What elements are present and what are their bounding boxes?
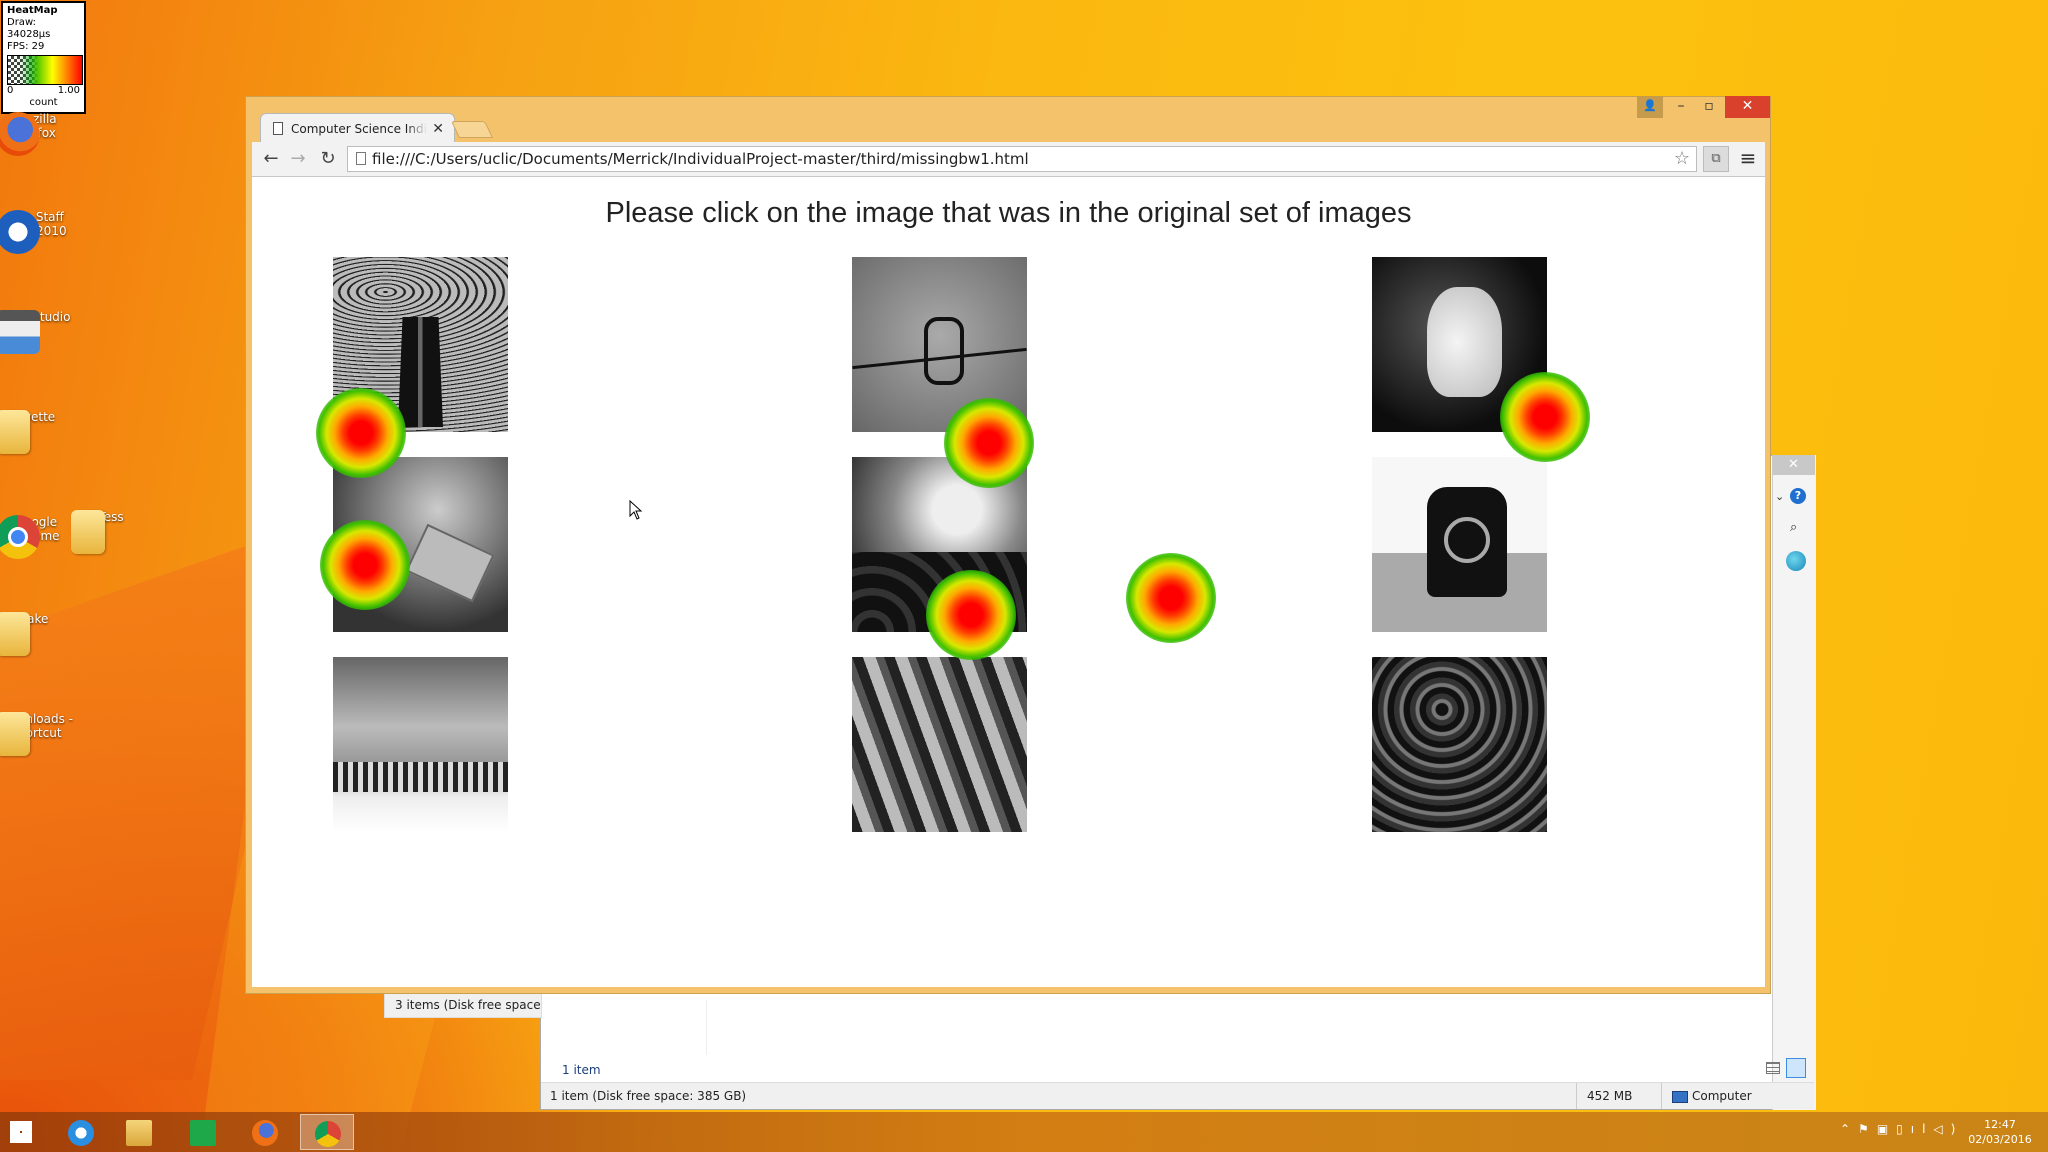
taskbar-file-explorer[interactable]: [112, 1114, 166, 1150]
folder-shortcut-icon: [0, 712, 30, 756]
file-explorer-icon: [126, 1120, 152, 1146]
desktop-icon-jake[interactable]: Jake: [0, 612, 76, 656]
heatmap-scale-max: 1.00: [57, 85, 80, 96]
clock-time: 12:47: [1984, 1118, 2016, 1131]
desktop-icon-downloads[interactable]: Downloads - Shortcut: [0, 712, 76, 756]
image-option-8[interactable]: [852, 657, 1027, 832]
heatmap-scale-min: 0: [7, 85, 14, 96]
status-size: 452 MB: [1576, 1083, 1632, 1109]
heatmap-title: HeatMap: [7, 5, 58, 16]
windows-start-icon[interactable]: [10, 1121, 32, 1143]
heatmap-fps: FPS: 29: [7, 41, 45, 52]
desktop-icon-tess[interactable]: Tess: [71, 510, 151, 554]
store-icon: [190, 1120, 216, 1146]
explorer-status-old: 3 items (Disk free space: 386: [384, 993, 542, 1018]
status-disk-space: 1 item (Disk free space: 385 GB): [550, 1089, 747, 1103]
heatmap-caption: count: [29, 97, 58, 108]
tab-close-icon[interactable]: ✕: [432, 114, 444, 144]
status-location: Computer: [1661, 1083, 1752, 1109]
page-icon: [356, 152, 366, 165]
large-icons-view-icon[interactable]: [1786, 1058, 1806, 1078]
gaze-heatmap-point: [316, 388, 406, 478]
tab-title: Computer Science Individual: [291, 122, 427, 136]
maximize-button[interactable]: ▫: [1696, 96, 1722, 118]
gaze-heatmap-point: [1126, 553, 1216, 643]
chevron-down-icon[interactable]: ⌄: [1775, 490, 1784, 503]
clock[interactable]: 12:47 02/03/2016: [1960, 1117, 2040, 1147]
help-icon[interactable]: ?: [1790, 488, 1806, 504]
window-close-button[interactable]: ✕: [1725, 96, 1770, 118]
desktop-icon-ucl-staff[interactable]: UCL Staff WTS 2010: [0, 210, 76, 254]
explorer-item-count: 1 item: [562, 1063, 601, 1077]
folder-icon: [0, 410, 30, 454]
menu-icon[interactable]: ≡: [1735, 146, 1761, 172]
chrome-icon: [315, 1121, 341, 1147]
tobii-icon: [0, 310, 40, 354]
system-tray-icons[interactable]: ⌃⚑▣▯ıl◁): [1840, 1122, 1963, 1136]
desktop-icon-tobii[interactable]: Tobii Studio: [0, 310, 76, 354]
forward-arrow-icon[interactable]: →: [285, 146, 311, 172]
image-option-7[interactable]: [333, 657, 508, 832]
heatmap-legend: HeatMap Draw: 34028µs FPS: 29 0 1.00 cou…: [1, 1, 86, 114]
back-arrow-icon[interactable]: ←: [258, 146, 284, 172]
search-icon[interactable]: ⌕: [1790, 520, 1797, 535]
internet-explorer-icon: [68, 1120, 94, 1146]
firefox-icon: [252, 1120, 278, 1146]
gaze-heatmap-point: [926, 570, 1016, 660]
clock-date: 02/03/2016: [1968, 1133, 2032, 1146]
folder-icon: [0, 612, 30, 656]
url-text[interactable]: file:///C:/Users/uclic/Documents/Merrick…: [372, 147, 1029, 171]
globe-icon[interactable]: [1786, 551, 1806, 571]
computer-icon: [1672, 1090, 1688, 1103]
desktop-icon-chrome[interactable]: Google Chrome: [0, 515, 76, 559]
chrome-icon: [0, 515, 40, 559]
new-tab-button[interactable]: [451, 121, 493, 138]
user-profile-icon[interactable]: 👤: [1637, 96, 1663, 118]
taskbar-chrome[interactable]: [300, 1114, 354, 1150]
extension-icon[interactable]: ⧉: [1703, 146, 1729, 172]
close-icon[interactable]: ✕: [1772, 455, 1815, 475]
heatmap-color-scale: [7, 55, 83, 85]
desktop-icon-firefox[interactable]: Mozilla Firefox: [0, 112, 76, 156]
gaze-heatmap-point: [1500, 372, 1590, 462]
details-view-icon[interactable]: [1766, 1062, 1780, 1074]
page-heading: Please click on the image that was in th…: [605, 197, 1412, 229]
taskbar-firefox[interactable]: [238, 1114, 292, 1150]
image-option-9[interactable]: [1372, 657, 1547, 832]
taskbar-store[interactable]: [176, 1114, 230, 1150]
divider: [706, 1000, 707, 1055]
browser-tab[interactable]: Computer Science Individual ✕: [260, 113, 455, 143]
address-bar[interactable]: file:///C:/Users/uclic/Documents/Merrick…: [347, 146, 1697, 172]
minimize-button[interactable]: –: [1668, 96, 1694, 118]
remote-desktop-icon: [0, 210, 40, 254]
heatmap-draw-time: Draw: 34028µs: [7, 17, 51, 40]
reload-icon[interactable]: ↻: [315, 146, 341, 172]
taskbar-internet-explorer[interactable]: [54, 1114, 108, 1150]
bookmark-star-icon[interactable]: ☆: [1674, 147, 1690, 171]
explorer-status-bar: 1 item (Disk free space: 385 GB) 452 MB …: [541, 1082, 1814, 1109]
gaze-heatmap-point: [944, 398, 1034, 488]
image-option-6[interactable]: [1372, 457, 1547, 632]
firefox-icon: [0, 112, 40, 156]
folder-icon: [71, 510, 105, 554]
desktop-icon-yvette[interactable]: yvette: [0, 410, 76, 454]
page-icon: [273, 122, 283, 135]
gaze-heatmap-point: [320, 520, 410, 610]
